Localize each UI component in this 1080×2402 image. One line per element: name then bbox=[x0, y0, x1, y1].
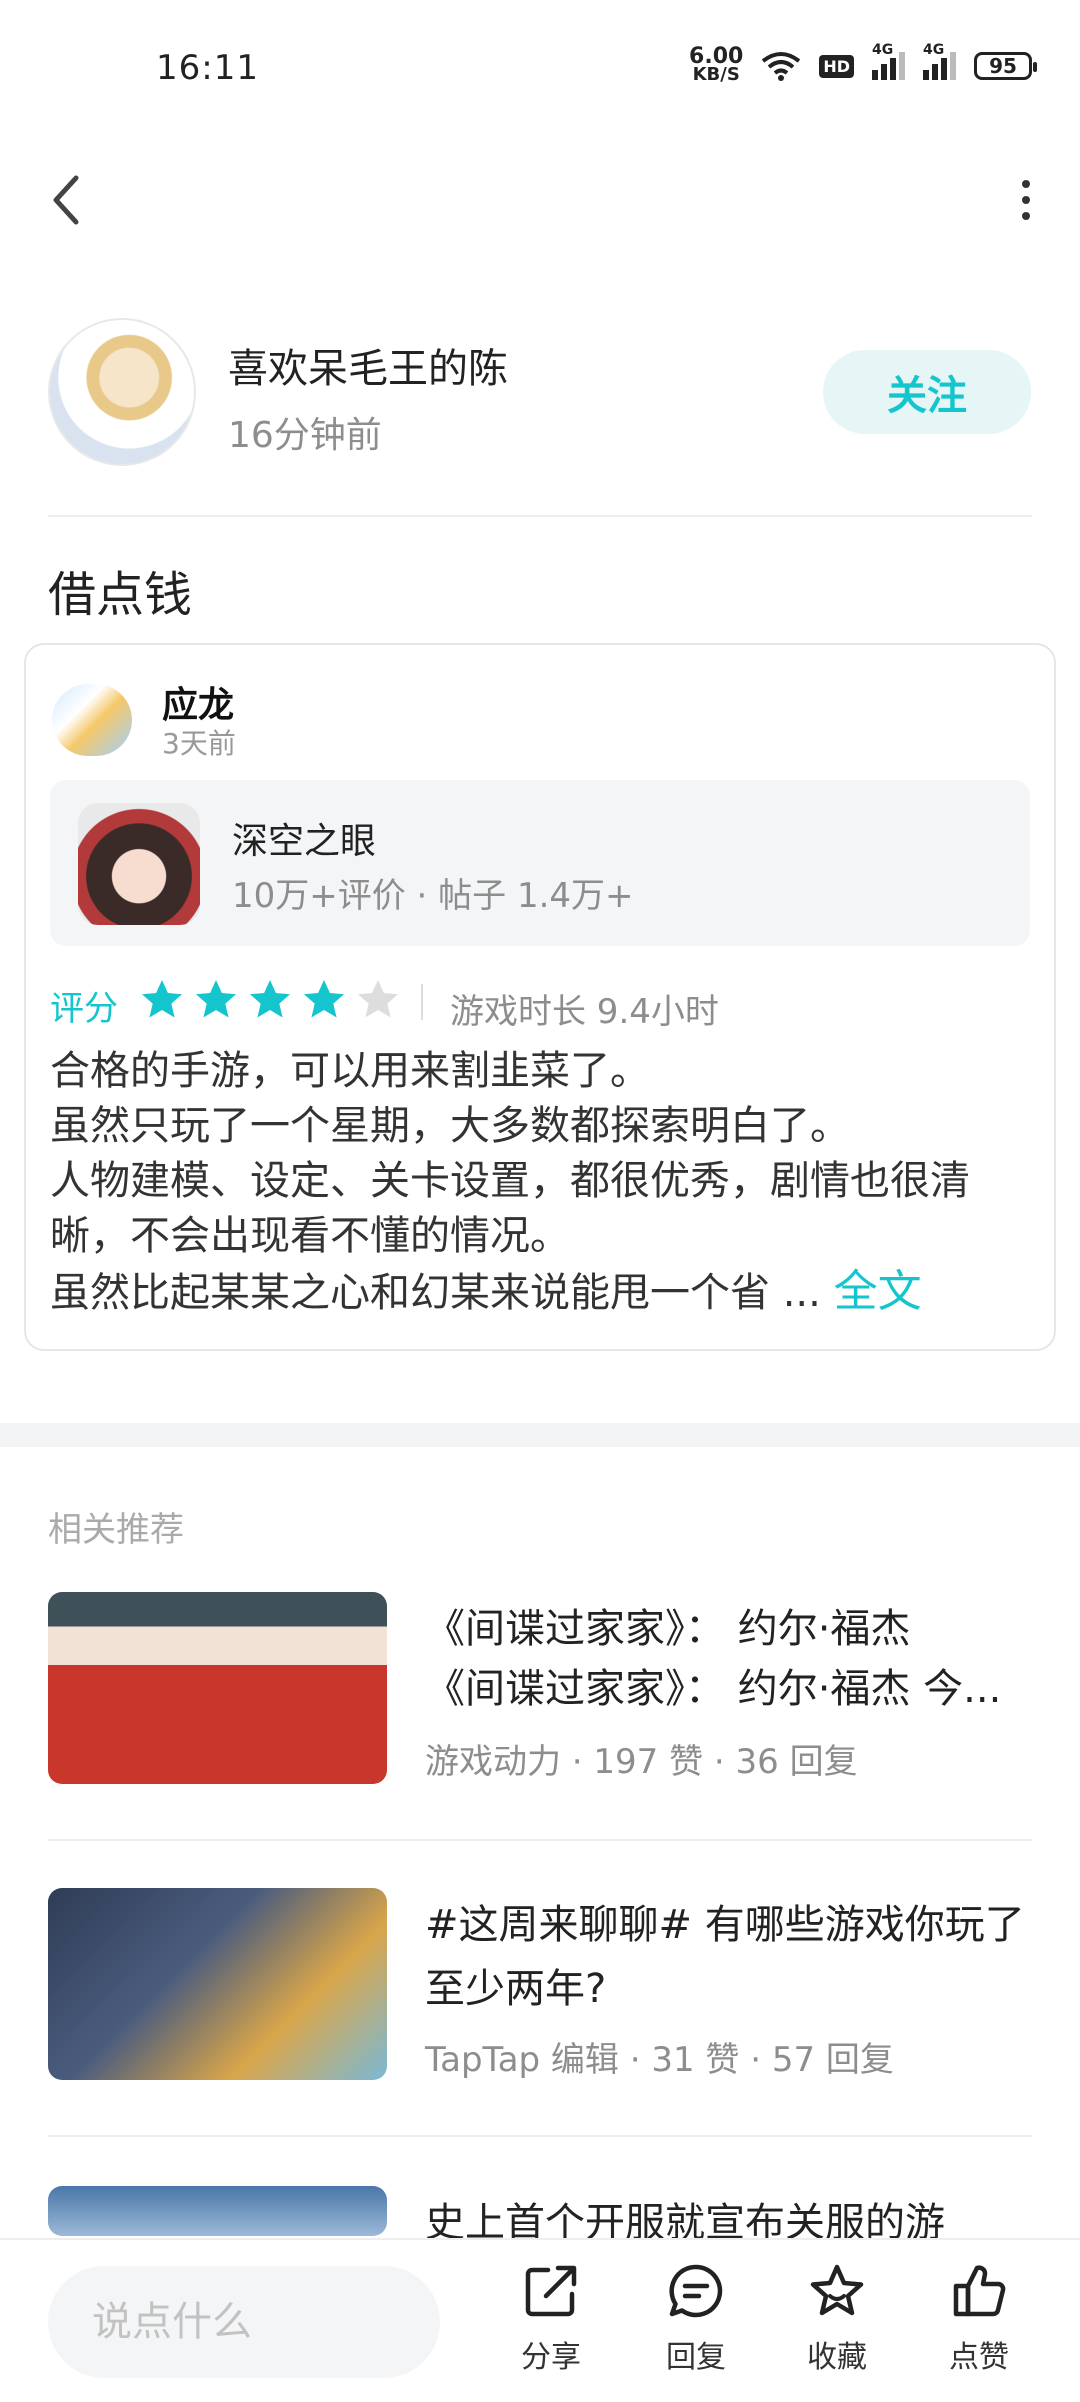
review-line: 晰，不会出现看不懂的情况。 bbox=[50, 1213, 570, 1259]
review-line: 虽然只玩了一个星期，大多数都探索明白了。 bbox=[50, 1103, 850, 1149]
game-name[interactable]: 深空之眼 bbox=[232, 812, 376, 864]
playtime: 游戏时长 9.4小时 bbox=[450, 992, 719, 1032]
reply-button[interactable]: 回复 bbox=[641, 2262, 751, 2376]
post-time: 16分钟前 bbox=[228, 415, 382, 456]
status-time: 16:11 bbox=[156, 48, 259, 88]
section-separator bbox=[0, 1423, 1080, 1447]
author-avatar[interactable] bbox=[48, 318, 196, 466]
star-filled-icon bbox=[142, 980, 182, 1018]
signal-label: 4G bbox=[872, 42, 894, 58]
share-button[interactable]: 分享 bbox=[496, 2262, 606, 2376]
like-label: 点赞 bbox=[949, 2340, 1009, 2375]
divider bbox=[421, 984, 423, 1020]
score-label: 评分 bbox=[50, 989, 118, 1029]
review-text[interactable]: 合格的手游，可以用来割韭菜了。 虽然只玩了一个星期，大多数都探索明白了。 人物建… bbox=[50, 1044, 1030, 1321]
follow-button[interactable]: 关注 bbox=[823, 350, 1031, 434]
related-thumbnail[interactable] bbox=[48, 1888, 387, 2080]
status-icons: 6.00 KB/S HD 4G 4G 95 bbox=[689, 42, 1037, 85]
signal-label: 4G bbox=[923, 42, 945, 58]
favorite-button[interactable]: 收藏 bbox=[782, 2262, 892, 2376]
related-item-title[interactable]: 《间谍过家家》： 约尔·福杰 今... bbox=[425, 1656, 1001, 1714]
hd-icon: HD bbox=[819, 54, 854, 78]
battery-icon: 95 bbox=[974, 52, 1037, 80]
review-line: 合格的手游，可以用来割韭菜了。 bbox=[50, 1048, 650, 1094]
review-line: 人物建模、设定、关卡设置，都很优秀，剧情也很清 bbox=[50, 1158, 970, 1204]
network-speed-unit: KB/S bbox=[692, 64, 740, 85]
related-thumbnail[interactable] bbox=[48, 1592, 387, 1784]
post-title: 借点钱 bbox=[48, 567, 193, 623]
game-meta: 10万+评价 · 帖子 1.4万+ bbox=[232, 876, 634, 916]
divider bbox=[48, 1839, 1032, 1841]
more-options-icon[interactable] bbox=[1008, 170, 1044, 230]
related-item-meta: TapTap 编辑 · 31 赞 · 57 回复 bbox=[425, 2040, 894, 2080]
rating-stars bbox=[140, 978, 400, 1022]
wifi-icon bbox=[762, 52, 801, 81]
star-filled-icon bbox=[304, 980, 344, 1018]
share-icon bbox=[525, 2265, 577, 2317]
share-label: 分享 bbox=[521, 2340, 581, 2375]
reply-label: 回复 bbox=[666, 2340, 726, 2375]
related-title: 相关推荐 bbox=[48, 1510, 184, 1550]
related-thumbnail[interactable] bbox=[48, 2186, 387, 2236]
reviewer-avatar[interactable] bbox=[52, 684, 132, 756]
star-filled-icon bbox=[250, 980, 290, 1018]
star-empty-icon bbox=[358, 980, 398, 1018]
star-icon bbox=[810, 2264, 864, 2316]
back-arrow-icon[interactable] bbox=[40, 168, 96, 232]
related-item-meta: 游戏动力 · 197 赞 · 36 回复 bbox=[425, 1742, 858, 1782]
full-text-link[interactable]: 全文 bbox=[834, 1266, 922, 1317]
network-speed: 6.00 KB/S bbox=[689, 46, 743, 85]
comment-icon bbox=[669, 2264, 723, 2318]
review-time: 3天前 bbox=[162, 727, 236, 760]
star-filled-icon bbox=[196, 980, 236, 1018]
divider bbox=[48, 515, 1032, 517]
like-button[interactable]: 点赞 bbox=[924, 2262, 1034, 2376]
related-item-title[interactable]: 至少两年? bbox=[425, 1956, 606, 2014]
author-name[interactable]: 喜欢呆毛王的陈 bbox=[228, 336, 508, 394]
game-icon[interactable] bbox=[78, 803, 200, 925]
thumbs-up-icon bbox=[953, 2265, 1006, 2317]
review-line: 虽然比起某某之心和幻某来说能甩一个省 ... bbox=[50, 1270, 821, 1316]
review-line-last: 虽然比起某某之心和幻某来说能甩一个省 ... 全文 bbox=[50, 1264, 1030, 1321]
divider bbox=[48, 2135, 1032, 2137]
signal-icon: 4G bbox=[923, 42, 956, 80]
reviewer-name[interactable]: 应龙 bbox=[162, 676, 234, 728]
comment-input[interactable] bbox=[48, 2266, 440, 2378]
related-item-title[interactable]: 《间谍过家家》： 约尔·福杰 bbox=[425, 1596, 910, 1654]
favorite-label: 收藏 bbox=[807, 2340, 867, 2375]
related-item-title[interactable]: #这周来聊聊# 有哪些游戏你玩了 bbox=[425, 1892, 1025, 1950]
signal-icon: 4G bbox=[872, 42, 905, 80]
